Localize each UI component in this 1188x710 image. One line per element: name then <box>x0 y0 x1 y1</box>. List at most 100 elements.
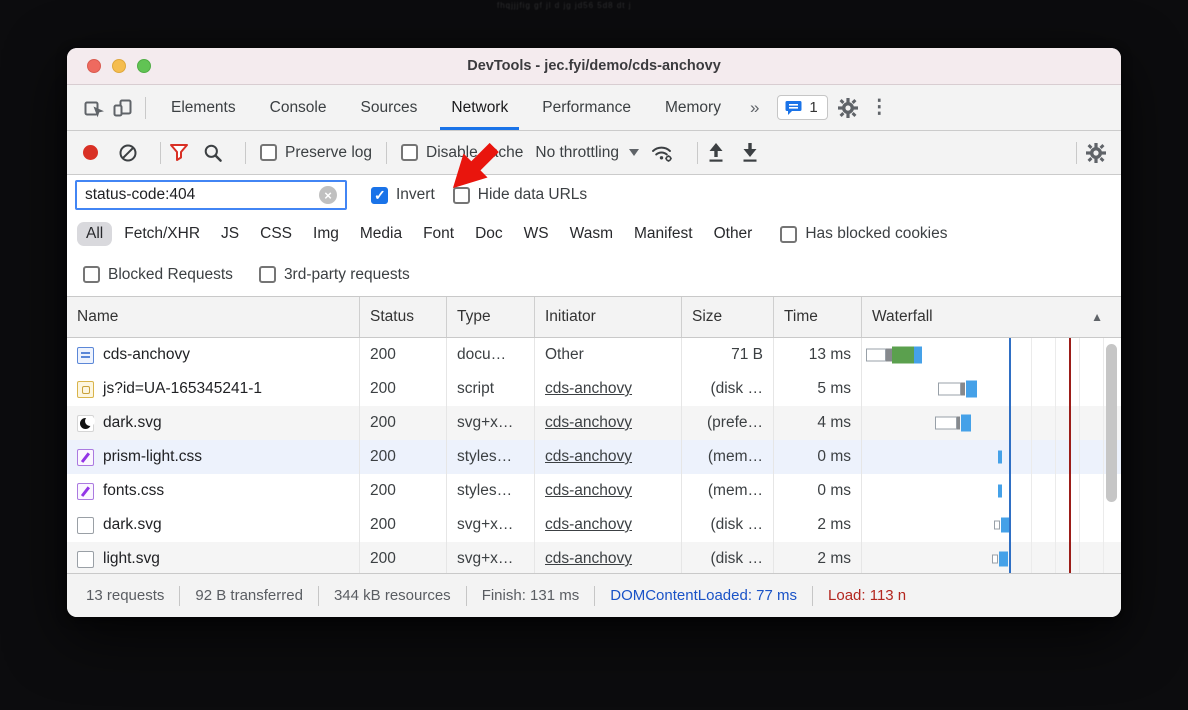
issues-button[interactable]: 1 <box>777 95 828 120</box>
preserve-log-checkbox[interactable] <box>260 144 277 161</box>
filter-input[interactable]: status-code:404 × <box>75 180 347 210</box>
overflow-menu-icon[interactable]: ⋮ <box>862 96 897 119</box>
network-settings-gear-icon[interactable] <box>1085 142 1107 164</box>
filter-funnel-icon[interactable] <box>169 143 189 162</box>
request-initiator[interactable]: cds-anchovy <box>545 380 632 398</box>
tab-elements[interactable]: Elements <box>154 85 253 130</box>
blank-file-icon <box>77 516 94 534</box>
request-time: 13 ms <box>774 338 862 372</box>
request-name: light.svg <box>103 550 160 567</box>
blocked-requests-checkbox[interactable] <box>83 266 100 283</box>
request-type: svg+x… <box>447 542 535 573</box>
chip-css[interactable]: CSS <box>251 222 301 246</box>
invert-toggle[interactable]: Invert <box>371 186 435 204</box>
vertical-scrollbar[interactable] <box>1106 344 1117 502</box>
window-title: DevTools - jec.fyi/demo/cds-anchovy <box>467 58 721 74</box>
table-row[interactable]: js?id=UA-165345241-1 200 script cds-anch… <box>67 372 1121 406</box>
request-type: script <box>447 372 535 406</box>
table-row[interactable]: dark.svg 200 svg+x… cds-anchovy (prefe… … <box>67 406 1121 440</box>
table-row[interactable]: light.svg 200 svg+x… cds-anchovy (disk …… <box>67 542 1121 573</box>
doc-file-icon <box>77 346 94 364</box>
chip-font[interactable]: Font <box>414 222 463 246</box>
chip-js[interactable]: JS <box>212 222 248 246</box>
inspect-element-icon[interactable] <box>81 93 109 123</box>
table-row[interactable]: cds-anchovy 200 docu… Other 71 B 13 ms <box>67 338 1121 372</box>
chip-media[interactable]: Media <box>351 222 411 246</box>
request-initiator[interactable]: cds-anchovy <box>545 414 632 432</box>
panel-tabs: Elements Console Sources Network Performance… <box>154 85 738 130</box>
tab-memory[interactable]: Memory <box>648 85 738 130</box>
tab-network[interactable]: Network <box>434 85 525 130</box>
column-header-size[interactable]: Size <box>682 297 774 337</box>
request-initiator[interactable]: cds-anchovy <box>545 482 632 500</box>
request-initiator[interactable]: Other <box>545 346 584 364</box>
column-header-initiator[interactable]: Initiator <box>535 297 682 337</box>
third-party-requests-label: 3rd-party requests <box>283 265 410 283</box>
invert-checkbox[interactable] <box>371 186 388 204</box>
column-header-status[interactable]: Status <box>360 297 447 337</box>
request-size: (disk … <box>682 372 774 406</box>
blocked-requests-toggle[interactable]: Blocked Requests <box>83 266 233 284</box>
waterfall-gridline <box>1103 338 1104 573</box>
search-icon[interactable] <box>203 143 223 163</box>
request-waterfall <box>862 372 1121 406</box>
chip-wasm[interactable]: Wasm <box>561 222 622 246</box>
record-network-log-button[interactable] <box>83 145 98 160</box>
chevron-down-icon <box>628 149 639 156</box>
request-name: js?id=UA-165345241-1 <box>103 380 262 397</box>
tab-console[interactable]: Console <box>253 85 344 130</box>
waterfall-gridline <box>1031 338 1032 573</box>
tab-performance[interactable]: Performance <box>525 85 648 130</box>
request-name: dark.svg <box>103 414 162 431</box>
device-toolbar-icon[interactable] <box>109 93 137 123</box>
panel-tabbar: Elements Console Sources Network Performance… <box>67 85 1121 131</box>
clear-filter-icon[interactable]: × <box>319 186 337 204</box>
third-party-requests-checkbox[interactable] <box>258 266 276 283</box>
preserve-log-toggle[interactable]: Preserve log <box>260 144 372 162</box>
request-initiator[interactable]: cds-anchovy <box>545 448 632 466</box>
disable-cache-checkbox[interactable] <box>401 144 419 161</box>
network-conditions-icon[interactable] <box>649 142 675 164</box>
footer-stat: 92 B transferred <box>180 585 319 606</box>
request-initiator[interactable]: cds-anchovy <box>545 516 632 534</box>
request-table-body: cds-anchovy 200 docu… Other 71 B 13 ms j… <box>67 338 1121 573</box>
invert-label: Invert <box>396 186 435 203</box>
request-status: 200 <box>360 406 447 440</box>
chip-img[interactable]: Img <box>304 222 348 246</box>
chip-all[interactable]: All <box>77 222 113 246</box>
table-row[interactable]: dark.svg 200 svg+x… cds-anchovy (disk … … <box>67 508 1121 542</box>
settings-gear-icon[interactable] <box>834 93 862 123</box>
chip-manifest[interactable]: Manifest <box>625 222 702 246</box>
throttling-dropdown[interactable]: No throttling <box>535 144 639 162</box>
footer-stat: Finish: 131 ms <box>467 585 596 606</box>
table-row[interactable]: prism-light.css 200 styles… cds-anchovy … <box>67 440 1121 474</box>
screenshot-stage: { "ambient": { "top_noise": "fhqjjjfig g… <box>0 0 1188 710</box>
has-blocked-cookies-toggle[interactable]: Has blocked cookies <box>780 225 948 243</box>
column-header-time[interactable]: Time <box>774 297 862 337</box>
export-har-icon[interactable] <box>740 142 760 163</box>
column-header-name[interactable]: Name <box>67 297 360 337</box>
tab-sources[interactable]: Sources <box>344 85 435 130</box>
separator <box>1076 141 1077 164</box>
chip-fetch-xhr[interactable]: Fetch/XHR <box>115 222 209 246</box>
footer-stat: Load: 113 n <box>828 586 907 604</box>
request-time: 4 ms <box>774 406 862 440</box>
request-size: (prefe… <box>682 406 774 440</box>
column-header-waterfall[interactable]: Waterfall ▲ <box>862 297 1121 337</box>
request-initiator[interactable]: cds-anchovy <box>545 550 632 568</box>
css-file-icon <box>77 448 94 466</box>
column-header-type[interactable]: Type <box>447 297 535 337</box>
chip-other[interactable]: Other <box>705 222 762 246</box>
third-party-requests-toggle[interactable]: 3rd-party requests <box>258 265 410 284</box>
more-tabs-icon[interactable]: » <box>738 98 771 118</box>
domcontentloaded-line <box>1009 338 1011 573</box>
chip-ws[interactable]: WS <box>515 222 558 246</box>
clear-network-log-icon[interactable] <box>118 143 138 163</box>
has-blocked-cookies-checkbox[interactable] <box>780 225 798 243</box>
resource-type-filter-row: All Fetch/XHR JS CSS Img Media Font Doc WS Wasm Ma… <box>67 215 1121 253</box>
request-waterfall <box>862 542 1121 573</box>
table-row[interactable]: fonts.css 200 styles… cds-anchovy (mem… … <box>67 474 1121 508</box>
chip-doc[interactable]: Doc <box>466 222 512 246</box>
throttling-value: No throttling <box>535 143 619 161</box>
import-har-icon[interactable] <box>706 142 726 163</box>
